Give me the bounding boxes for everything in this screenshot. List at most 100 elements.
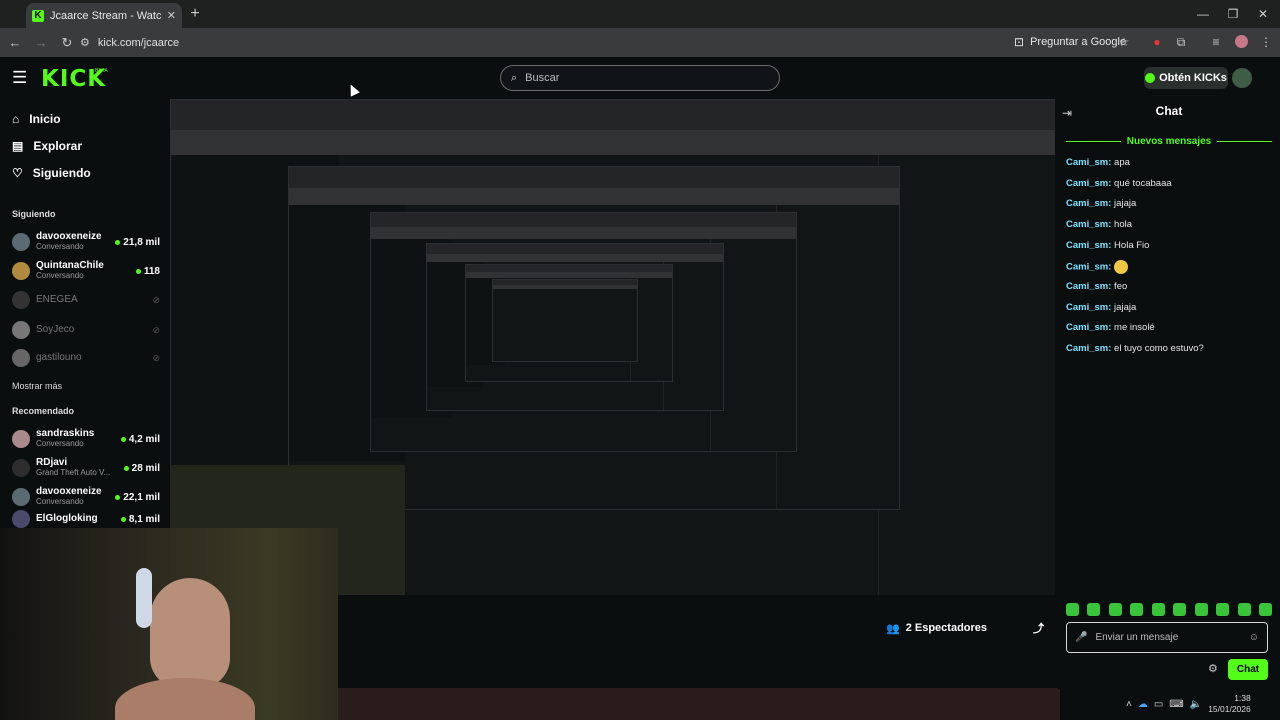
ask-google-button[interactable]: ⊡ Preguntar a Google xyxy=(1008,31,1132,53)
offline-icon: ⊘ xyxy=(152,294,160,305)
emote-icon[interactable] xyxy=(1237,603,1251,616)
following-channel[interactable]: QuintanaChile Conversando 118 xyxy=(12,258,160,284)
video-player[interactable] xyxy=(170,99,1055,595)
bookmark-star-icon[interactable]: ☆ xyxy=(1115,33,1133,51)
viewer-count: 118 xyxy=(143,265,160,277)
media-control-icon[interactable]: ≡ xyxy=(1207,33,1225,51)
get-kicks-button[interactable]: Obtén KICKs xyxy=(1144,67,1228,89)
recommended-channel[interactable]: sandraskins Conversando 4,2 mil xyxy=(12,426,160,452)
chat-settings-gear-icon[interactable]: ⚙ xyxy=(1208,662,1218,675)
address-bar[interactable]: ⚙ kick.com/jcaarce xyxy=(80,32,1000,53)
chat-input-placeholder: Enviar un mensaje xyxy=(1095,632,1179,643)
browser-menu-icon[interactable]: ⋮ xyxy=(1257,33,1275,51)
browser-tab[interactable]: K Jcaarce Stream - Watch Live on ✕ xyxy=(26,3,182,28)
emote-icon[interactable] xyxy=(1173,603,1187,616)
extensions-puzzle-icon[interactable]: ⧉ xyxy=(1172,33,1190,51)
following-channel[interactable]: ENEGEA ⊘ xyxy=(12,287,160,313)
search-placeholder: Buscar xyxy=(525,72,560,84)
channel-avatar xyxy=(12,291,30,309)
search-input[interactable]: ⌕ Buscar xyxy=(500,65,780,91)
channel-name: RDjavi xyxy=(36,457,68,468)
chat-message: Cami_sm: jajaja xyxy=(1066,198,1137,209)
channel-name: davooxeneize xyxy=(36,486,102,497)
taskbar-clock[interactable]: 1:38 15/01/2026 xyxy=(1208,693,1251,715)
following-channel[interactable]: SoyJeco ⊘ xyxy=(12,317,160,343)
bottom-strip xyxy=(338,688,1060,720)
minimize-icon[interactable]: — xyxy=(1188,4,1218,24)
following-channel[interactable]: davooxeneize Conversando 21,8 mil xyxy=(12,229,160,255)
live-dot-icon xyxy=(123,465,129,471)
channel-avatar xyxy=(12,262,30,280)
forward-icon[interactable]: → xyxy=(28,35,54,50)
cloud-icon[interactable]: ☁ xyxy=(1138,699,1148,710)
emote-icon[interactable] xyxy=(1108,603,1122,616)
heart-icon: ♡ xyxy=(12,166,23,180)
profile-avatar-icon[interactable] xyxy=(1232,33,1250,51)
emote-icon[interactable] xyxy=(1258,603,1272,616)
chat-message: Cami_sm: jajaja xyxy=(1066,302,1137,313)
viewers-label: 2 Espectadores xyxy=(905,622,988,634)
chat-message: Cami_sm: qué tocabaaa xyxy=(1066,178,1172,189)
emote-icon[interactable] xyxy=(1194,603,1208,616)
channel-category: Conversando xyxy=(36,497,84,506)
viewer-count: 4,2 mil xyxy=(128,433,160,445)
emote-icon[interactable] xyxy=(1130,603,1144,616)
following-channel[interactable]: gastilouno ⊘ xyxy=(12,345,160,371)
user-avatar[interactable] xyxy=(1232,68,1252,88)
tray-overflow-icon[interactable]: ˄ xyxy=(1126,699,1132,710)
emote-icon xyxy=(1114,260,1129,274)
channel-category: Conversando xyxy=(36,271,84,280)
send-chat-button[interactable]: Chat xyxy=(1228,659,1268,680)
kicks-coin-icon xyxy=(1145,73,1156,83)
stream-info-bar xyxy=(338,595,1060,685)
monitor-icon[interactable]: ▭ xyxy=(1154,699,1163,710)
site-info-icon[interactable]: ⚙ xyxy=(80,36,90,49)
microphone-icon[interactable]: 🎤 xyxy=(1075,632,1087,643)
sidebar-item-label: Inicio xyxy=(29,112,61,126)
chat-input[interactable]: 🎤 Enviar un mensaje ☺ xyxy=(1066,622,1268,653)
sidebar-item-explorar[interactable]: ▤ Explorar xyxy=(12,139,82,153)
channel-category: Conversando xyxy=(36,242,84,251)
live-dot-icon xyxy=(115,239,121,245)
sidebar-item-siguiendo[interactable]: ♡ Siguiendo xyxy=(12,166,91,180)
tab-close-icon[interactable]: ✕ xyxy=(167,9,176,22)
hamburger-menu-icon[interactable]: ☰ xyxy=(12,68,32,88)
emote-icon[interactable] xyxy=(1151,603,1165,616)
channel-category: Grand Theft Auto V... xyxy=(36,468,111,477)
maximize-icon[interactable]: ❐ xyxy=(1218,4,1248,24)
share-icon[interactable]: ⤴ xyxy=(1033,620,1044,636)
channel-avatar xyxy=(12,233,30,251)
recommended-channel[interactable]: RDjavi Grand Theft Auto V... 28 mil xyxy=(12,455,160,481)
extension-red-icon[interactable]: ● xyxy=(1148,33,1166,51)
chat-message: Cami_sm: me insolé xyxy=(1066,322,1155,333)
sidebar-item-inicio[interactable]: ⌂ Inicio xyxy=(12,112,61,126)
sidebar-item-label: Explorar xyxy=(33,139,83,153)
url-text: kick.com/jcaarce xyxy=(97,36,180,49)
emote-icon[interactable] xyxy=(1087,603,1101,616)
emote-icon[interactable] xyxy=(1066,603,1079,616)
emote-bar xyxy=(1066,603,1272,616)
recommended-channel[interactable]: davooxeneize Conversando 22,1 mil xyxy=(12,484,160,510)
back-icon[interactable]: ← xyxy=(2,35,28,50)
channel-name: ElGlogloking xyxy=(36,513,98,524)
channel-name: sandraskins xyxy=(36,428,95,439)
channel-name: QuintanaChile xyxy=(36,260,104,271)
capture-layer-6 xyxy=(492,279,638,362)
viewer-count: 28 mil xyxy=(131,462,160,474)
show-more-link[interactable]: Mostrar más xyxy=(12,381,62,391)
reload-icon[interactable]: ↻ xyxy=(54,35,80,51)
emote-icon[interactable] xyxy=(1216,603,1230,616)
sidebar-item-label: Siguiendo xyxy=(32,166,91,180)
emoji-picker-icon[interactable]: ☺ xyxy=(1249,632,1259,643)
network-icon[interactable]: ⌨ xyxy=(1169,699,1183,710)
channel-avatar xyxy=(12,321,30,339)
system-tray: ˄ ☁ ▭ ⌨ 🔈 1:38 15/01/2026 xyxy=(1060,688,1280,720)
volume-icon[interactable]: 🔈 xyxy=(1190,699,1202,710)
explore-icon: ▤ xyxy=(12,139,24,153)
new-tab-button[interactable]: + xyxy=(186,5,204,23)
live-dot-icon xyxy=(120,516,126,522)
recommended-channel[interactable]: ElGlogloking 8,1 mil xyxy=(12,510,160,528)
search-icon: ⌕ xyxy=(511,71,518,84)
window-close-icon[interactable]: ✕ xyxy=(1248,4,1278,24)
ask-google-label: Preguntar a Google xyxy=(1030,36,1127,48)
